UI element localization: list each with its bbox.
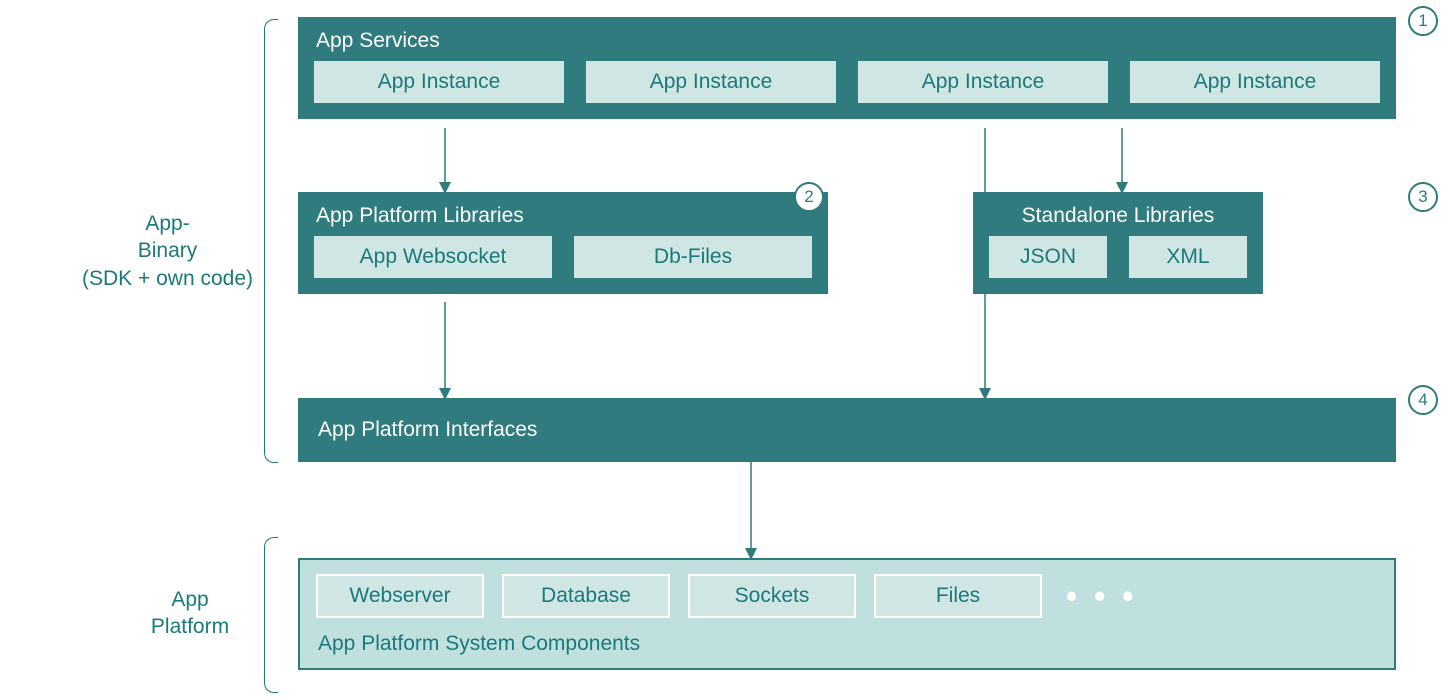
item-db-files: Db-Files xyxy=(574,236,812,278)
title-platform-interfaces: App Platform Interfaces xyxy=(318,418,537,442)
title-app-services: App Services xyxy=(316,29,1380,53)
ellipsis-icon: • • • xyxy=(1066,578,1137,615)
arrow-services-to-standalone xyxy=(1112,128,1132,194)
badge-3: 3 xyxy=(1408,182,1438,212)
item-database: Database xyxy=(502,574,670,618)
box-app-services: App Services App Instance App Instance A… xyxy=(298,17,1396,119)
box-platform-libraries: App Platform Libraries App Websocket Db-… xyxy=(298,192,828,294)
arrow-services-to-interfaces xyxy=(975,128,995,400)
item-app-websocket: App Websocket xyxy=(314,236,552,278)
bracket-app-binary xyxy=(264,19,278,463)
label-app-platform: App Platform xyxy=(130,586,250,641)
title-platform-libraries: App Platform Libraries xyxy=(316,204,812,228)
badge-1: 1 xyxy=(1408,6,1438,36)
item-webserver: Webserver xyxy=(316,574,484,618)
item-xml: XML xyxy=(1129,236,1247,278)
item-app-instance: App Instance xyxy=(314,61,564,103)
box-standalone-libraries: Standalone Libraries JSON XML xyxy=(973,192,1263,294)
arrow-services-to-platformlibs xyxy=(435,128,455,194)
arrow-interfaces-to-system xyxy=(741,462,761,560)
item-files: Files xyxy=(874,574,1042,618)
title-system-components: App Platform System Components xyxy=(318,632,1378,656)
label-app-binary: App- Binary (SDK + own code) xyxy=(80,210,255,292)
item-app-instance: App Instance xyxy=(586,61,836,103)
box-platform-interfaces: App Platform Interfaces xyxy=(298,398,1396,462)
badge-4: 4 xyxy=(1408,385,1438,415)
item-app-instance: App Instance xyxy=(1130,61,1380,103)
item-json: JSON xyxy=(989,236,1107,278)
title-standalone-libraries: Standalone Libraries xyxy=(989,204,1247,228)
box-system-components: Webserver Database Sockets Files • • • A… xyxy=(298,558,1396,670)
arrow-platformlibs-to-interfaces xyxy=(435,302,455,400)
badge-2: 2 xyxy=(794,182,824,212)
bracket-app-platform xyxy=(264,537,278,693)
item-sockets: Sockets xyxy=(688,574,856,618)
item-app-instance: App Instance xyxy=(858,61,1108,103)
